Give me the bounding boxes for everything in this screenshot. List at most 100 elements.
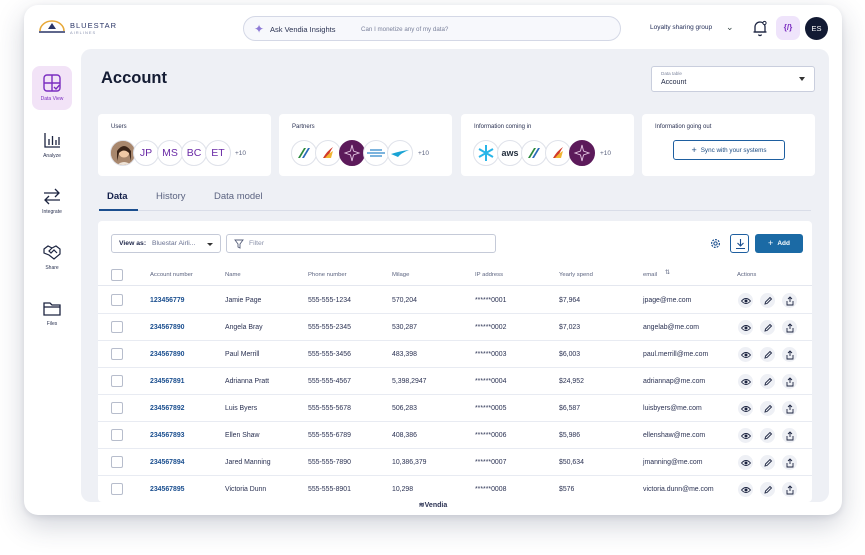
edit-button[interactable] xyxy=(760,374,775,389)
tab-history[interactable]: History xyxy=(156,191,186,211)
view-button[interactable] xyxy=(738,428,753,443)
ask-insights-bar[interactable]: ✦ Ask Vendia Insights Can I monetize any… xyxy=(243,16,621,41)
user-avatar-bc[interactable]: BC xyxy=(181,140,207,166)
row-checkbox[interactable] xyxy=(111,429,123,441)
sync-systems-button[interactable]: + Sync with your systems xyxy=(673,140,785,160)
tab-data[interactable]: Data xyxy=(99,191,138,211)
account-number-cell[interactable]: 234567894 xyxy=(150,459,185,466)
partner-logo-tail[interactable] xyxy=(315,140,341,166)
share-button[interactable] xyxy=(782,374,797,389)
code-button[interactable]: {/} xyxy=(776,16,800,40)
edit-button[interactable] xyxy=(760,401,775,416)
yearly-spend-cell: $7,964 xyxy=(559,297,581,304)
account-number-cell[interactable]: 234567893 xyxy=(150,432,185,439)
share-button[interactable] xyxy=(782,320,797,335)
download-button[interactable] xyxy=(730,234,749,253)
row-checkbox[interactable] xyxy=(111,375,123,387)
table-row[interactable]: 234567890 Angela Bray 555-555-2345 530,287 *… xyxy=(98,314,812,341)
select-all-checkbox[interactable] xyxy=(111,269,123,281)
row-checkbox[interactable] xyxy=(111,348,123,360)
share-button[interactable] xyxy=(782,482,797,497)
account-number-cell[interactable]: 234567891 xyxy=(150,378,185,385)
sidebar-item-analyze[interactable]: Analyze xyxy=(32,123,72,167)
table-row[interactable]: 234567891 Adrianna Pratt 555-555-4567 5,398… xyxy=(98,368,812,395)
add-button[interactable]: + Add xyxy=(755,234,803,253)
sidebar-item-integrate[interactable]: Integrate xyxy=(32,179,72,223)
brand-sub: AIRLINES xyxy=(70,30,97,35)
sidebar-item-share[interactable]: Share xyxy=(32,235,72,279)
partners-more-count[interactable]: +10 xyxy=(418,150,429,157)
table-row[interactable]: 234567894 Jared Manning 555-555-7890 10,386… xyxy=(98,449,812,476)
edit-button[interactable] xyxy=(760,293,775,308)
table-row[interactable]: 234567892 Luis Byers 555-555-5678 506,283 **… xyxy=(98,395,812,422)
row-checkbox[interactable] xyxy=(111,321,123,333)
column-header[interactable]: IP address xyxy=(475,272,503,278)
edit-button[interactable] xyxy=(760,482,775,497)
account-number-cell[interactable]: 234567890 xyxy=(150,324,185,331)
info-in-more-count[interactable]: +10 xyxy=(600,150,611,157)
partner-logo-wings[interactable] xyxy=(363,140,389,166)
edit-button[interactable] xyxy=(760,320,775,335)
column-header[interactable]: Yearly spend xyxy=(559,272,593,278)
share-button[interactable] xyxy=(782,347,797,362)
users-more-count[interactable]: +10 xyxy=(235,150,246,157)
row-checkbox[interactable] xyxy=(111,402,123,414)
view-button[interactable] xyxy=(738,482,753,497)
table-row[interactable]: 234567890 Paul Merrill 555-555-3456 483,398… xyxy=(98,341,812,368)
edit-button[interactable] xyxy=(760,347,775,362)
share-button[interactable] xyxy=(782,401,797,416)
jet-logo-icon xyxy=(391,150,409,157)
edit-button[interactable] xyxy=(760,455,775,470)
name-cell: Jamie Page xyxy=(225,297,262,304)
view-button[interactable] xyxy=(738,293,753,308)
bell-icon[interactable] xyxy=(752,19,768,37)
view-button[interactable] xyxy=(738,374,753,389)
tab-data-model[interactable]: Data model xyxy=(214,191,263,211)
user-avatar-et[interactable]: ET xyxy=(205,140,231,166)
row-checkbox[interactable] xyxy=(111,294,123,306)
account-number-cell[interactable]: 234567892 xyxy=(150,405,185,412)
email-cell: luisbyers@me.com xyxy=(643,405,702,412)
sidebar-item-files[interactable]: Files xyxy=(32,291,72,335)
share-button[interactable] xyxy=(782,293,797,308)
sidebar-item-data-view[interactable]: Data View xyxy=(32,66,72,110)
partner-logo-stripes[interactable] xyxy=(291,140,317,166)
user-avatar-ms[interactable]: MS xyxy=(157,140,183,166)
table-row[interactable]: 234567893 Ellen Shaw 555-555-6789 408,386 **… xyxy=(98,422,812,449)
gear-icon[interactable] xyxy=(709,237,722,250)
account-number-cell[interactable]: 123456779 xyxy=(150,297,185,304)
column-header[interactable]: Phone number xyxy=(308,272,347,278)
filter-input[interactable]: Filter xyxy=(226,234,496,253)
source-logo-snowflake[interactable] xyxy=(473,140,499,166)
source-logo-tail[interactable] xyxy=(545,140,571,166)
group-selector[interactable]: Loyalty sharing group ⌄ xyxy=(650,22,734,32)
partner-logo-jet[interactable] xyxy=(387,140,413,166)
source-logo-stellar[interactable] xyxy=(569,140,595,166)
view-button[interactable] xyxy=(738,320,753,335)
column-header[interactable]: Name xyxy=(225,272,241,278)
column-header[interactable]: email xyxy=(643,272,657,278)
row-checkbox[interactable] xyxy=(111,483,123,495)
edit-button[interactable] xyxy=(760,428,775,443)
view-button[interactable] xyxy=(738,455,753,470)
sort-icon[interactable]: ⇅ xyxy=(665,270,670,276)
table-row[interactable]: 234567895 Victoria Dunn 555-555-8901 10,298… xyxy=(98,476,812,502)
table-row[interactable]: 123456779 Jamie Page 555-555-1234 570,204 **… xyxy=(98,287,812,314)
account-number-cell[interactable]: 234567895 xyxy=(150,486,185,493)
user-avatar-jp[interactable]: JP xyxy=(133,140,159,166)
column-header[interactable]: Milage xyxy=(392,272,409,278)
bluestar-logo[interactable]: BLUESTAR AIRLINES xyxy=(38,19,118,39)
view-as-select[interactable]: View as: Bluestar Airli... xyxy=(111,234,221,253)
column-header[interactable]: Account number xyxy=(150,272,193,278)
account-number-cell[interactable]: 234567890 xyxy=(150,351,185,358)
view-button[interactable] xyxy=(738,401,753,416)
source-logo-aws[interactable]: aws xyxy=(497,140,523,166)
source-logo-stripes[interactable] xyxy=(521,140,547,166)
share-button[interactable] xyxy=(782,455,797,470)
view-button[interactable] xyxy=(738,347,753,362)
user-avatar[interactable]: ES xyxy=(805,17,828,40)
partner-logo-stellar[interactable] xyxy=(339,140,365,166)
data-table-select[interactable]: Data table Account xyxy=(651,66,815,92)
share-button[interactable] xyxy=(782,428,797,443)
row-checkbox[interactable] xyxy=(111,456,123,468)
